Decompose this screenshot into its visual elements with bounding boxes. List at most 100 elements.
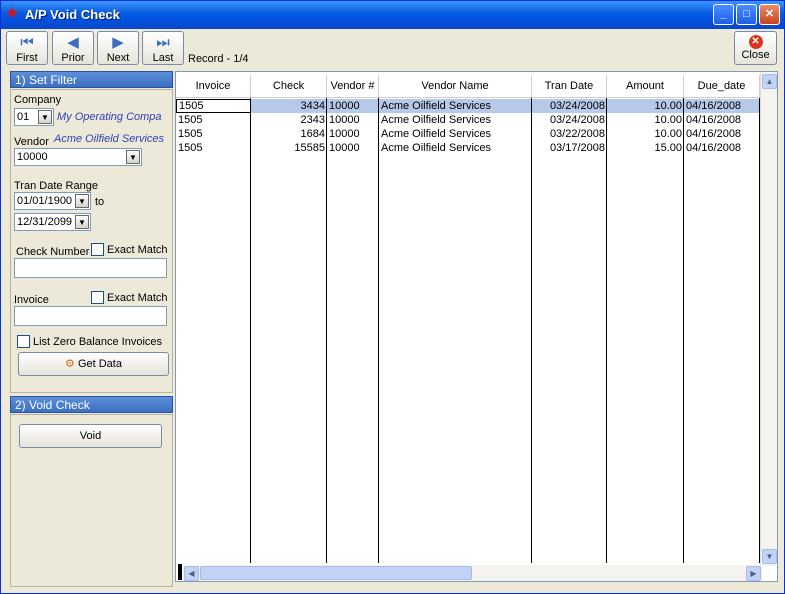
table-cell[interactable]: 03/22/2008 — [532, 127, 607, 141]
close-button[interactable]: ✕ Close — [734, 31, 777, 65]
table-cell[interactable]: Acme Oilfield Services — [379, 99, 532, 113]
table-row[interactable]: 1505 3434 10000 Acme Oilfield Services 03/24… — [176, 99, 760, 113]
table-cell[interactable]: 10000 — [327, 113, 379, 127]
scroll-right-icon[interactable]: ▶ — [746, 566, 761, 581]
window-close-button[interactable]: ✕ — [759, 4, 780, 25]
column-divider — [326, 98, 327, 563]
minimize-button[interactable]: _ — [713, 4, 734, 25]
company-name: My Operating Compa — [57, 111, 162, 123]
date-to-picker[interactable]: 12/31/2099 ▼ — [14, 213, 91, 231]
last-button[interactable]: ⏭ Last — [142, 31, 184, 65]
chevron-down-icon[interactable]: ▼ — [75, 194, 89, 208]
table-cell[interactable]: 2343 — [251, 113, 327, 127]
check-number-input[interactable] — [14, 258, 167, 278]
column-header[interactable]: Invoice — [176, 75, 251, 98]
void-check-header: 2) Void Check — [10, 396, 173, 413]
date-from-value: 01/01/1900 — [17, 195, 73, 207]
table-cell[interactable]: 1684 — [251, 127, 327, 141]
table-cell[interactable]: 15585 — [251, 141, 327, 155]
scroll-down-icon[interactable]: ▼ — [762, 549, 777, 564]
chevron-down-icon[interactable]: ▼ — [75, 215, 89, 229]
company-label: Company — [14, 94, 62, 106]
close-circle-icon: ✕ — [748, 35, 763, 49]
list-zero-balance-checkbox[interactable] — [17, 335, 30, 348]
right-arrow-icon: ▶ — [112, 34, 124, 51]
table-row[interactable]: 1505 2343 10000 Acme Oilfield Services 03/24… — [176, 113, 760, 127]
table-cell[interactable]: 03/24/2008 — [532, 113, 607, 127]
scroll-left-icon[interactable]: ◀ — [184, 566, 199, 581]
table-cell[interactable]: 1505 — [176, 127, 251, 141]
table-row[interactable]: 1505 1684 10000 Acme Oilfield Services 03/22… — [176, 127, 760, 141]
vendor-label: Vendor — [14, 136, 49, 148]
next-label: Next — [106, 52, 130, 64]
table-cell[interactable]: 15.00 — [607, 141, 684, 155]
table-cell[interactable]: 10000 — [327, 127, 379, 141]
table-cell[interactable]: 04/16/2008 — [684, 127, 760, 141]
scroll-up-icon[interactable]: ▲ — [762, 74, 777, 89]
table-cell[interactable]: 04/16/2008 — [684, 141, 760, 155]
maximize-button[interactable]: □ — [736, 4, 757, 25]
chevron-down-icon[interactable]: ▼ — [38, 110, 52, 124]
column-header[interactable]: Vendor # — [327, 75, 379, 98]
record-indicator: Record - 1/4 — [188, 53, 249, 65]
first-record-icon: ⏮ — [20, 34, 34, 51]
table-cell[interactable]: 03/24/2008 — [532, 99, 607, 113]
invoice-exact-match-label: Exact Match — [107, 292, 168, 304]
column-divider — [683, 98, 684, 563]
left-arrow-icon: ◀ — [67, 34, 79, 51]
table-cell[interactable]: 1505 — [176, 99, 251, 113]
table-cell[interactable]: 04/16/2008 — [684, 113, 760, 127]
table-cell[interactable]: 10.00 — [607, 113, 684, 127]
table-cell[interactable]: 10000 — [327, 99, 379, 113]
horizontal-scroll-thumb[interactable] — [200, 566, 472, 580]
void-button[interactable]: Void — [19, 424, 162, 448]
last-label: Last — [152, 52, 174, 64]
to-label: to — [95, 196, 105, 208]
column-header[interactable]: Due_date — [684, 75, 760, 98]
last-record-icon: ⏭ — [156, 34, 170, 51]
table-cell[interactable]: Acme Oilfield Services — [379, 127, 532, 141]
ap-void-check-window: ★ A/P Void Check _ □ ✕ ⏮ First ◀ Prior ▶… — [0, 0, 785, 594]
column-header[interactable]: Amount — [607, 75, 684, 98]
vendor-select[interactable]: 10000 ▼ — [14, 148, 142, 166]
invoice-input[interactable] — [14, 306, 167, 326]
first-label: First — [16, 52, 38, 64]
vertical-scrollbar[interactable]: ▲ ▼ — [760, 72, 777, 566]
column-divider — [606, 98, 607, 563]
get-data-button[interactable]: ⚙ Get Data — [18, 352, 169, 376]
table-cell[interactable]: Acme Oilfield Services — [379, 113, 532, 127]
invoice-exact-match-checkbox[interactable] — [91, 291, 104, 304]
table-cell[interactable]: 10.00 — [607, 127, 684, 141]
tran-date-range-label: Tran Date Range — [14, 180, 98, 192]
vendor-value: 10000 — [17, 151, 48, 163]
check-number-label: Check Number — [16, 246, 90, 258]
table-cell[interactable]: 10000 — [327, 141, 379, 155]
check-exact-match-checkbox[interactable] — [91, 243, 104, 256]
table-cell[interactable]: 1505 — [176, 141, 251, 155]
column-header[interactable]: Tran Date — [532, 75, 607, 98]
table-cell[interactable]: 04/16/2008 — [684, 99, 760, 113]
row-focus-marker — [178, 564, 182, 580]
first-button[interactable]: ⏮ First — [6, 31, 48, 65]
table-cell[interactable]: 3434 — [251, 99, 327, 113]
prior-button[interactable]: ◀ Prior — [52, 31, 94, 65]
table-row[interactable]: 1505 15585 10000 Acme Oilfield Services 03/1… — [176, 141, 760, 155]
chevron-down-icon[interactable]: ▼ — [126, 150, 140, 164]
set-filter-header: 1) Set Filter — [10, 71, 173, 88]
company-select[interactable]: 01 ▼ — [14, 108, 54, 126]
horizontal-scrollbar[interactable]: ◀ ▶ — [178, 564, 762, 581]
next-button[interactable]: ▶ Next — [97, 31, 139, 65]
title-bar[interactable]: ★ A/P Void Check _ □ ✕ — [1, 1, 784, 29]
date-to-value: 12/31/2099 — [17, 216, 73, 228]
table-cell[interactable]: 1505 — [176, 113, 251, 127]
table-cell[interactable]: Acme Oilfield Services — [379, 141, 532, 155]
get-data-label: Get Data — [77, 358, 122, 370]
set-filter-panel: Company 01 ▼ My Operating Compa Vendor A… — [10, 89, 173, 393]
void-check-panel: Void — [10, 414, 173, 587]
table-cell[interactable]: 10.00 — [607, 99, 684, 113]
column-header[interactable]: Vendor Name — [379, 75, 532, 98]
date-from-picker[interactable]: 01/01/1900 ▼ — [14, 192, 91, 210]
column-header[interactable]: Check — [251, 75, 327, 98]
navigation-toolbar: ⏮ First ◀ Prior ▶ Next ⏭ Last Record - 1… — [1, 29, 784, 69]
table-cell[interactable]: 03/17/2008 — [532, 141, 607, 155]
